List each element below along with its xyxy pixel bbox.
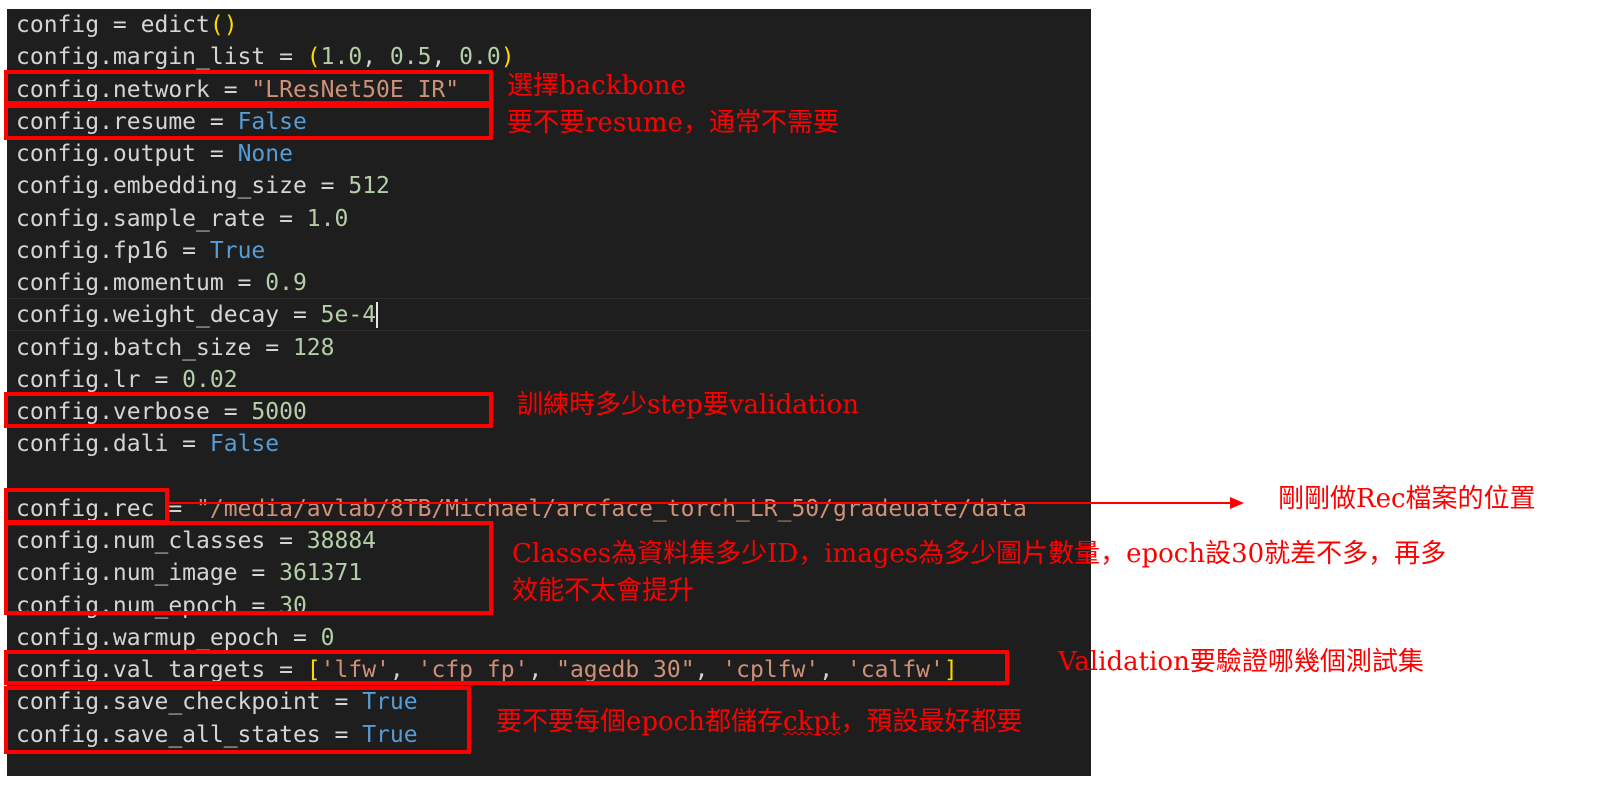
- code-token: "/media/avlab/8TB/Michael/arcface_torch_…: [196, 495, 1027, 522]
- resume-highlight-box: [4, 104, 493, 140]
- code-token: 0.0: [459, 44, 501, 71]
- annotation-verbose: 訓練時多少step要validation: [517, 390, 859, 420]
- code-token: config.batch_size =: [16, 334, 293, 361]
- annotation-save-ckpt: ckpt: [783, 707, 841, 737]
- code-line: config.momentum = 0.9: [16, 267, 307, 299]
- code-line: config.fp16 = True: [16, 235, 265, 267]
- annotation-classes-line2: 效能不太會提升: [512, 576, 695, 606]
- code-line: config.dali = False: [16, 428, 279, 460]
- code-token: (: [306, 44, 321, 71]
- classes-highlight-box: [4, 521, 493, 615]
- code-line: config.warmup_epoch = 0: [16, 622, 335, 654]
- annotation-save-suffix: ，預設最好都要: [840, 707, 1023, 737]
- annotation-backbone: 選擇backbone: [507, 71, 686, 101]
- code-token: 4: [362, 302, 379, 329]
- code-token: 0.02: [182, 366, 238, 393]
- rec-highlight-box: [4, 488, 169, 524]
- code-line: config.sample_rate = 1.0: [16, 203, 348, 235]
- code-token: 5e-: [320, 302, 363, 329]
- code-token: 0: [320, 624, 335, 651]
- code-token: config.weight_decay =: [16, 302, 321, 329]
- save-highlight-box: [4, 686, 471, 754]
- code-token: None: [237, 141, 293, 167]
- code-token: config.embedding_size =: [16, 173, 349, 200]
- code-token: False: [209, 431, 280, 458]
- network-highlight-box: [4, 70, 493, 105]
- annotation-val-targets: Validation要驗證哪幾個測試集: [1058, 647, 1424, 677]
- code-line: config.lr = 0.02: [16, 364, 238, 396]
- code-line: config.margin_list = (1.0, 0.5, 0.0): [16, 41, 515, 73]
- annotation-resume: 要不要resume，通常不需要: [507, 108, 839, 138]
- code-token: (): [209, 12, 238, 38]
- code-token: ,: [431, 44, 460, 71]
- code-token: True: [209, 237, 266, 264]
- rec-arrow-head: [1230, 497, 1244, 509]
- code-token: 0.5: [389, 44, 432, 71]
- code-token: config.dali =: [16, 431, 210, 458]
- code-token: 1.0: [306, 205, 349, 232]
- code-token: config.sample_rate =: [16, 205, 307, 232]
- code-token: config.margin_list =: [16, 44, 307, 71]
- val-targets-highlight-box: [4, 650, 1009, 685]
- annotation-save-prefix: 要不要每個epoch都儲存: [496, 707, 783, 737]
- code-token: config.momentum =: [16, 270, 266, 296]
- code-token: 128: [292, 334, 335, 361]
- code-token: ,: [362, 44, 390, 71]
- rec-arrow-line: [168, 502, 1231, 504]
- code-token: config.warmup_epoch =: [16, 624, 321, 651]
- annotation-save: 要不要每個epoch都儲存ckpt，預設最好都要: [496, 703, 1022, 741]
- code-token: 1.0: [320, 44, 363, 71]
- code-line: config.weight_decay = 5e-4: [16, 299, 379, 331]
- code-token: config.fp16 =: [16, 237, 210, 264]
- annotation-classes-line1: Classes為資料集多少ID，images為多少圖片數量，epoch設30就差…: [512, 539, 1447, 569]
- code-line: config.output = None: [16, 138, 293, 170]
- code-token: 0.9: [265, 270, 307, 296]
- code-token: 512: [348, 173, 390, 200]
- annotation-rec: 剛剛做Rec檔案的位置: [1278, 484, 1536, 514]
- code-line: config = edict(): [16, 9, 238, 41]
- code-line: config.embedding_size = 512: [16, 170, 390, 202]
- code-line: config.batch_size = 128: [16, 332, 335, 364]
- code-token: config = edict: [16, 12, 210, 38]
- verbose-highlight-box: [4, 392, 493, 428]
- code-token: config.output =: [16, 141, 238, 167]
- code-token: config.lr =: [16, 366, 183, 393]
